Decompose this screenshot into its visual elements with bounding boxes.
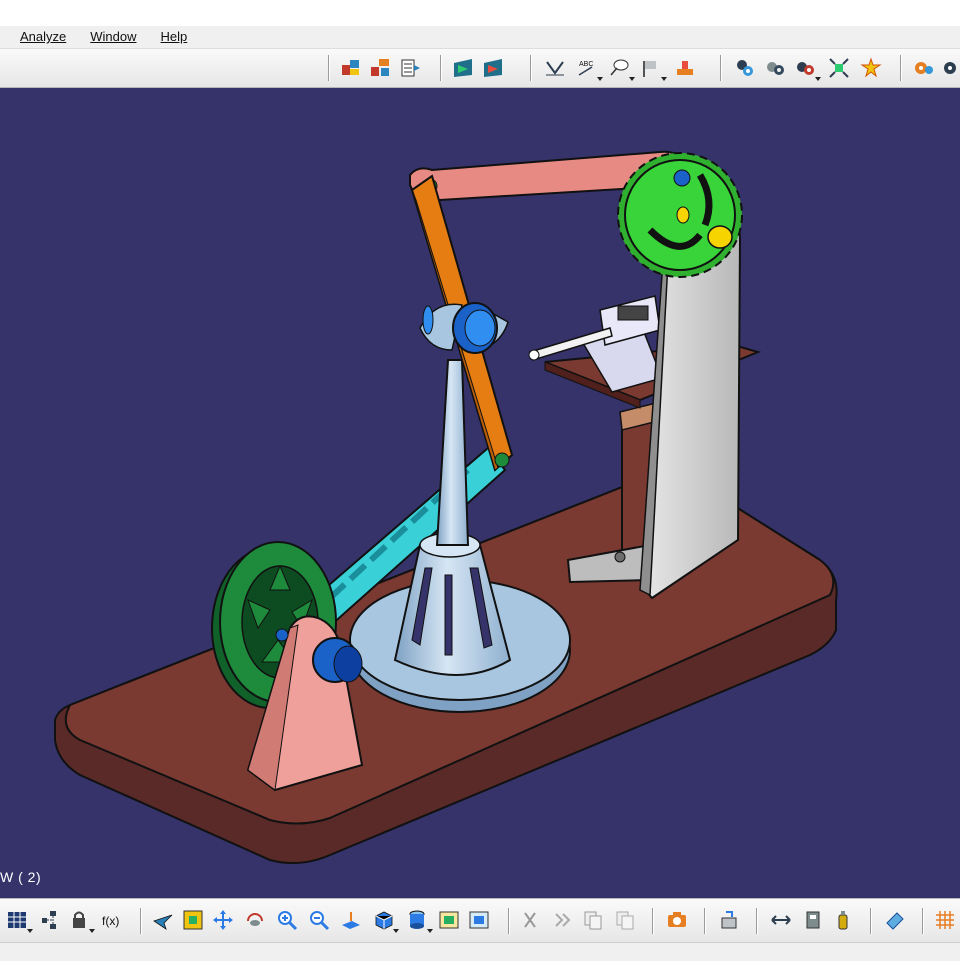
measure-between-icon[interactable] (768, 907, 794, 933)
formula-icon[interactable]: f(x) (98, 907, 124, 933)
iso-view-icon[interactable] (370, 907, 399, 933)
inertia-icon[interactable] (830, 907, 856, 933)
3d-viewport[interactable]: W ( 2) (0, 88, 960, 898)
explode-icon[interactable] (826, 55, 852, 81)
fly-mode-icon[interactable] (150, 907, 176, 933)
toolbar-separator (140, 908, 142, 934)
toolbar-separator (530, 55, 532, 81)
toolbar-separator (440, 55, 442, 81)
status-bar (0, 942, 960, 961)
catalog-icon[interactable] (732, 55, 758, 81)
balloon-icon[interactable] (606, 55, 635, 81)
pan-icon[interactable] (210, 907, 236, 933)
pivot-bearing (419, 302, 509, 354)
clash-icon[interactable] (480, 55, 506, 81)
toolbar-separator (704, 908, 706, 934)
sketch-icon[interactable] (882, 907, 908, 933)
grid-snap-icon[interactable] (932, 907, 958, 933)
toolbar-separator (328, 55, 330, 81)
grid-icon[interactable] (4, 907, 33, 933)
window-top-strip (0, 0, 960, 26)
toolbar-separator (756, 908, 758, 934)
assembly-model (54, 150, 838, 865)
menu-bar: Analyze Window Help (0, 26, 960, 49)
toolbar-top: ABC (0, 49, 960, 88)
measure-item-icon[interactable] (800, 907, 826, 933)
flag-icon[interactable] (638, 55, 667, 81)
weld-icon[interactable] (672, 55, 698, 81)
component-icon[interactable] (792, 55, 821, 81)
menu-analyze[interactable]: Analyze (0, 26, 78, 48)
capture-icon[interactable] (664, 907, 690, 933)
normal-view-icon[interactable] (338, 907, 364, 933)
section-cut-icon[interactable] (450, 55, 476, 81)
toolbar-separator (508, 908, 510, 934)
drive-gear (617, 152, 743, 278)
tools-icon[interactable] (858, 55, 884, 81)
update-icon[interactable] (716, 907, 742, 933)
cut-icon[interactable] (518, 907, 544, 933)
fastener-icon[interactable] (762, 55, 788, 81)
hide-show-icon[interactable] (436, 907, 462, 933)
swap-visible-icon[interactable] (466, 907, 492, 933)
toolbar-separator (652, 908, 654, 934)
zoom-in-icon[interactable] (274, 907, 300, 933)
svg-text:f(x): f(x) (102, 914, 119, 928)
assembly-constraint-icon[interactable] (338, 55, 364, 81)
copy-icon[interactable] (580, 907, 606, 933)
toolbar-separator (900, 55, 902, 81)
toolbar-bottom: f(x) (0, 898, 960, 943)
menu-window[interactable]: Window (78, 26, 148, 48)
fit-all-icon[interactable] (180, 907, 206, 933)
zoom-out-icon[interactable] (306, 907, 332, 933)
bom-icon[interactable] (398, 55, 424, 81)
paste-icon[interactable] (550, 907, 576, 933)
text-note-icon[interactable]: ABC (574, 55, 603, 81)
toolbar-separator (720, 55, 722, 81)
rotate-icon[interactable] (242, 907, 268, 933)
product-structure-icon[interactable] (368, 55, 394, 81)
gear-settings-icon[interactable] (910, 55, 936, 81)
menu-help[interactable]: Help (149, 26, 200, 48)
copy-icon-2[interactable] (612, 907, 638, 933)
tree-icon[interactable] (36, 907, 62, 933)
gear-settings-icon-2[interactable] (938, 55, 960, 81)
view-label: W ( 2) (0, 869, 42, 885)
shading-icon[interactable] (404, 907, 433, 933)
toolbar-separator (870, 908, 872, 934)
toolbar-separator (922, 908, 924, 934)
annotation-icon[interactable] (542, 55, 568, 81)
lock-icon[interactable] (66, 907, 95, 933)
